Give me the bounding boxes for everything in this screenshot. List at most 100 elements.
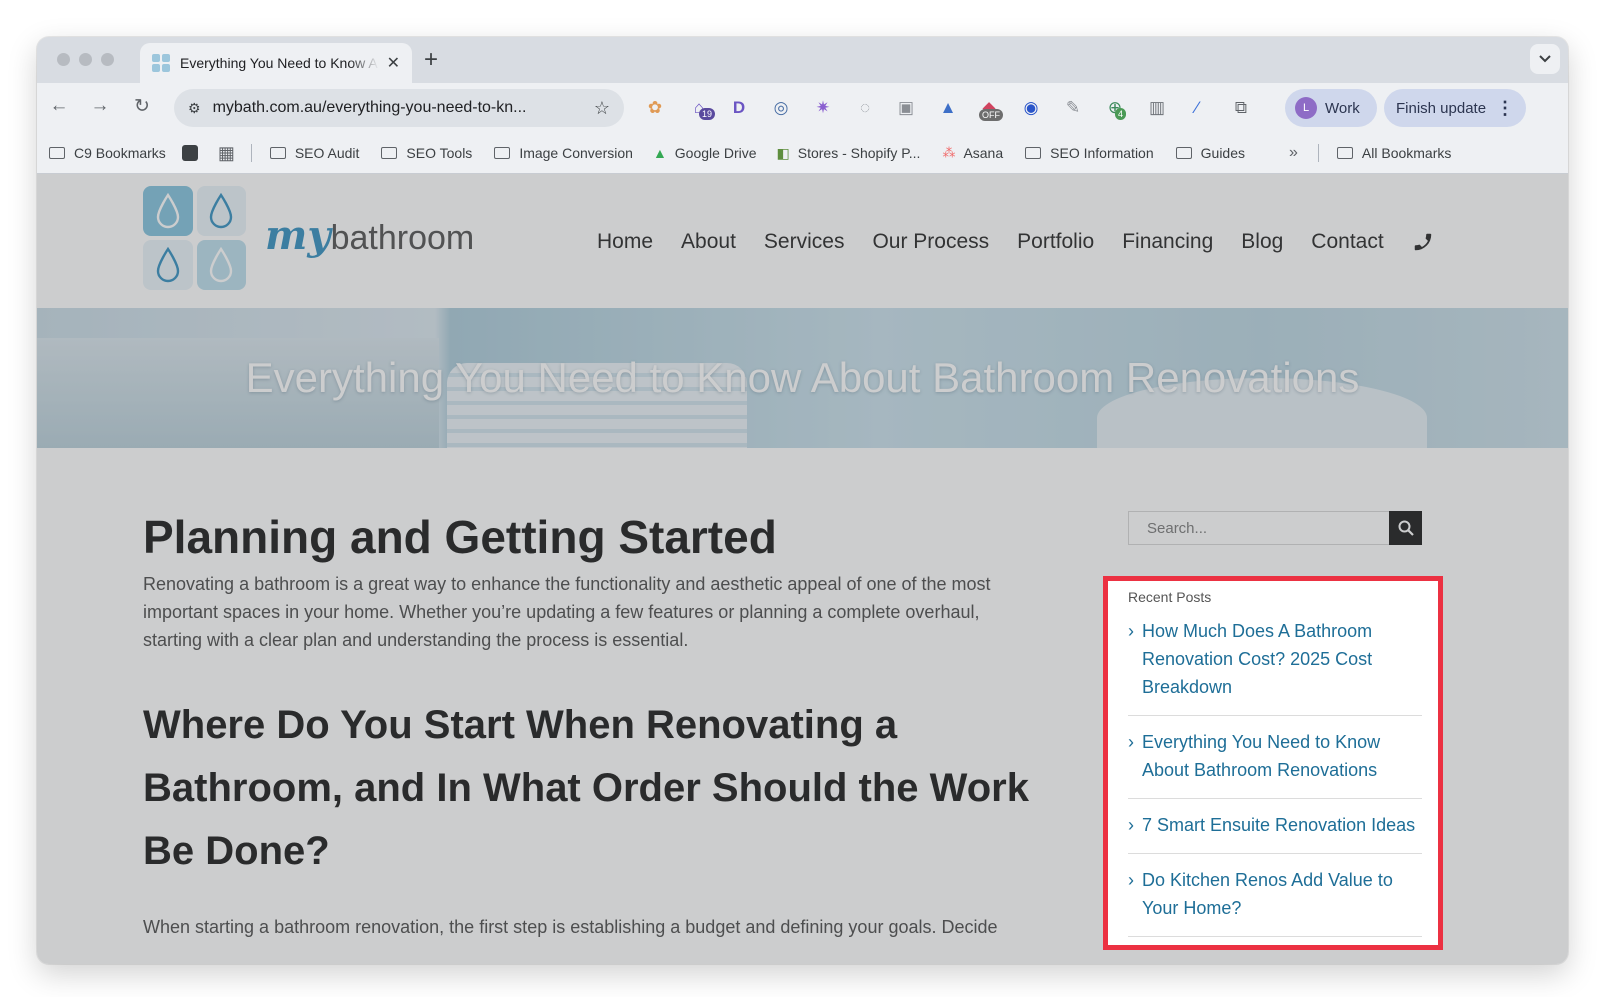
extensions-puzzle-icon[interactable]: ⧉: [1229, 98, 1253, 118]
menu-dots-icon[interactable]: ⋮: [1496, 98, 1514, 119]
site-favicon-icon: [152, 54, 170, 72]
profile-button[interactable]: L Work: [1285, 89, 1377, 127]
hero-banner: Everything You Need to Know About Bathro…: [37, 308, 1568, 448]
recent-post-link[interactable]: › Everything You Need to Know About Bathr…: [1128, 728, 1422, 799]
bookmark-label: Guides: [1200, 145, 1245, 161]
folder-icon: [1025, 147, 1042, 159]
extension-triangle-icon[interactable]: ▲: [936, 98, 960, 118]
bookmark-image-conversion[interactable]: Image Conversion: [494, 145, 633, 161]
article-content: Planning and Getting Started Renovating …: [143, 508, 1043, 941]
apps-grid-icon[interactable]: ▦: [218, 143, 235, 164]
nav-portfolio[interactable]: Portfolio: [1017, 230, 1094, 254]
tab-search-button[interactable]: [1530, 44, 1560, 74]
chevron-right-icon: ›: [1128, 815, 1134, 835]
nav-financing[interactable]: Financing: [1122, 230, 1213, 254]
article-intro: Renovating a bathroom is a great way to …: [143, 574, 991, 650]
nav-about[interactable]: About: [681, 230, 736, 254]
extension-leaf-icon[interactable]: ✿: [643, 98, 667, 118]
water-drop-icon: [196, 240, 246, 290]
bookmark-google-drive[interactable]: ▲ Google Drive: [653, 145, 757, 161]
bookmark-shopify[interactable]: ◧ Stores - Shopify P...: [777, 145, 921, 162]
nav-contact[interactable]: Contact: [1311, 230, 1383, 254]
extension-badge: 4: [1115, 108, 1127, 120]
minimize-window-button[interactable]: [79, 53, 92, 66]
nav-home[interactable]: Home: [597, 230, 653, 254]
bookmark-star-icon[interactable]: ☆: [594, 98, 610, 119]
bookmarks-divider: [1317, 144, 1319, 162]
nav-blog[interactable]: Blog: [1241, 230, 1283, 254]
browser-tab[interactable]: Everything You Need to Know About Bathro…: [140, 43, 412, 83]
bookmark-label: SEO Information: [1050, 145, 1154, 161]
bookmark-guides[interactable]: Guides: [1175, 145, 1245, 161]
logo-wordmark[interactable]: mybathroom: [265, 212, 474, 259]
nav-our-process[interactable]: Our Process: [872, 230, 989, 254]
bookmark-label: Stores - Shopify P...: [797, 145, 921, 161]
extension-note-icon[interactable]: ✎: [1061, 98, 1085, 118]
extension-pen-icon[interactable]: ⁄: [1185, 98, 1209, 118]
bookmark-seo-tools[interactable]: SEO Tools: [381, 145, 472, 161]
recent-post-link[interactable]: › How Much Does A Bathroom Renovation Cos…: [1128, 617, 1422, 716]
bookmark-seo-information[interactable]: SEO Information: [1025, 145, 1154, 161]
forward-icon[interactable]: →: [88, 95, 112, 117]
tab-title: Everything You Need to Know About Bathro…: [180, 55, 379, 71]
new-tab-button[interactable]: +: [424, 46, 438, 74]
recent-post-title: Everything You Need to Know About Bathro…: [1142, 732, 1381, 780]
browser-window: Everything You Need to Know About Bathro…: [37, 37, 1568, 964]
bookmarks-overflow-icon[interactable]: »: [1289, 144, 1298, 162]
all-bookmarks[interactable]: All Bookmarks: [1336, 145, 1452, 161]
profile-name: Work: [1325, 99, 1360, 117]
extension-camera-icon[interactable]: ▣: [894, 98, 918, 118]
article-heading: Planning and Getting Started: [143, 511, 777, 563]
chevron-right-icon: ›: [1128, 870, 1134, 890]
extension-gear-icon[interactable]: ✷: [811, 98, 835, 118]
bookmark-c9-bookmarks[interactable]: C9 Bookmarks: [49, 145, 166, 161]
extension-badge: 19: [699, 108, 716, 120]
folder-icon: [1336, 147, 1353, 159]
bookmark-label: Image Conversion: [519, 145, 633, 161]
tab-strip: Everything You Need to Know About Bathro…: [37, 37, 1568, 83]
extension-hat-icon[interactable]: ⌂ 19: [687, 98, 716, 120]
app-square-icon[interactable]: [181, 145, 198, 161]
url-text[interactable]: mybath.com.au/everything-you-need-to-kn.…: [213, 99, 594, 117]
recent-post-link[interactable]: › Do Kitchen Renos Add Value to Your Home…: [1128, 866, 1422, 937]
folder-icon: [1175, 147, 1192, 159]
site-settings-icon[interactable]: ⚙: [188, 100, 201, 117]
site-logo[interactable]: [143, 186, 246, 290]
close-window-button[interactable]: [57, 53, 70, 66]
back-icon[interactable]: ←: [47, 95, 71, 117]
recent-post-title: 7 Smart Ensuite Renovation Ideas: [1142, 815, 1416, 835]
extension-trash-icon[interactable]: ▥: [1145, 98, 1169, 118]
bookmark-label: All Bookmarks: [1361, 145, 1452, 161]
extension-d-icon[interactable]: D: [727, 98, 751, 118]
avatar: L: [1295, 97, 1317, 119]
bookmark-seo-audit[interactable]: SEO Audit: [269, 145, 359, 161]
finish-update-label: Finish update: [1396, 99, 1487, 117]
zoom-window-button[interactable]: [101, 53, 114, 66]
folder-icon: [494, 147, 511, 159]
address-bar[interactable]: ⚙ mybath.com.au/everything-you-need-to-k…: [174, 89, 624, 127]
nav-services[interactable]: Services: [764, 230, 845, 254]
reload-icon[interactable]: ↻: [130, 95, 154, 118]
finish-update-button[interactable]: Finish update ⋮: [1384, 89, 1526, 127]
search-button[interactable]: [1389, 511, 1422, 545]
sidebar-search: [1128, 511, 1422, 545]
extension-off-icon[interactable]: ◆ OFF: [977, 98, 1003, 121]
google-drive-icon: ▲: [652, 145, 667, 161]
extension-globe-icon[interactable]: ⊕ 4: [1103, 98, 1127, 120]
recent-post-link[interactable]: › 7 Smart Ensuite Renovation Ideas: [1128, 811, 1422, 854]
phone-icon[interactable]: [1412, 231, 1434, 253]
search-icon: [1398, 520, 1414, 536]
search-input[interactable]: [1129, 512, 1389, 544]
extension-mask-icon[interactable]: ◉: [1019, 98, 1043, 118]
water-drop-icon: [196, 186, 246, 236]
main-nav: Home About Services Our Process Portfoli…: [597, 230, 1434, 254]
extension-compass-icon[interactable]: ◌: [853, 98, 877, 118]
extension-rank-icon[interactable]: ◎: [769, 98, 793, 118]
extension-badge: OFF: [979, 109, 1003, 121]
article-subheading: Where Do You Start When Renovating a Bat…: [143, 703, 1029, 873]
tab-close-icon[interactable]: ✕: [387, 53, 400, 73]
bookmark-asana[interactable]: ⁂ Asana: [942, 145, 1003, 161]
folder-icon: [49, 147, 65, 159]
folder-icon: [269, 147, 286, 159]
recent-posts-title: Recent Posts: [1128, 589, 1212, 605]
